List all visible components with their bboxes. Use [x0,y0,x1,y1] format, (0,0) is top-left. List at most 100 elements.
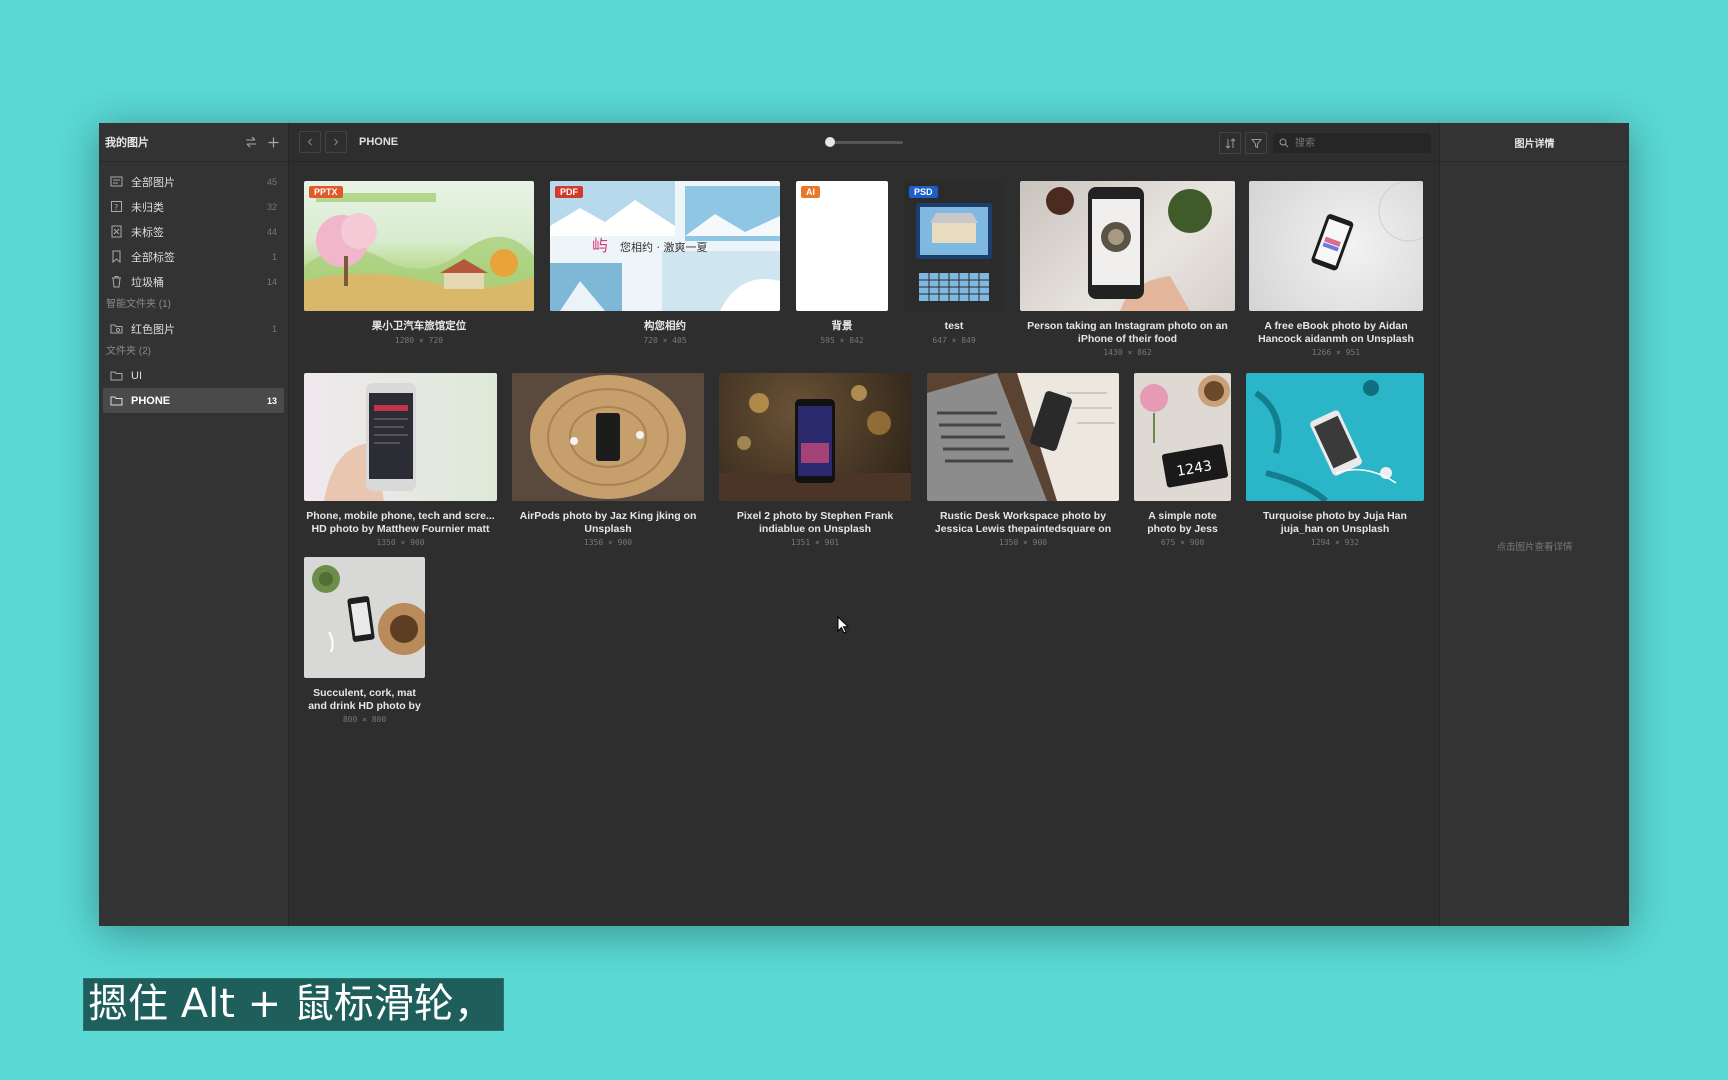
slider-handle[interactable] [825,137,836,147]
unsorted-icon: ? [109,200,123,214]
filter-icon [1250,138,1262,148]
smart-folders-heading[interactable]: 智能文件夹 (1) [99,294,288,316]
app-window: 我的图片 全部图片 45 ? 未归类 32 未标签 44 全部标签 1 垃圾桶 … [99,123,1629,926]
grid-item[interactable]: Person taking an Instagram photo on an i… [1020,181,1235,357]
phone-ebook-photo-image [1311,181,1423,271]
item-dimensions: 1294 × 932 [1310,538,1360,547]
sidebar-item-untagged[interactable]: 未标签 44 [103,219,284,244]
airpods-wood-image [530,375,686,499]
succulent-cork-image [312,565,425,655]
forward-button[interactable] [325,131,347,153]
sidebar: 我的图片 全部图片 45 ? 未归类 32 未标签 44 全部标签 1 垃圾桶 … [99,123,289,926]
smart-folder-icon [109,322,123,336]
grid-item[interactable]: AirPods photo by Jaz King jking on Unspl… [512,373,704,547]
grid-item[interactable]: 屿 您相约 · 激爽一夏 PDF 构您相约 720 × 405 [550,181,780,345]
trash-icon [109,275,123,289]
grid-item[interactable]: PPTX 果小卫汽车旅馆定位 1280 × 720 [304,181,534,345]
turquoise-phone-image [1254,380,1397,501]
sidebar-item-label: 垃圾桶 [131,276,164,289]
sidebar-item-all-tags[interactable]: 全部标签 1 [103,244,284,269]
thumbnail: 1243 [1134,373,1231,501]
chevron-right-icon [334,138,339,146]
sidebar-header: 我的图片 [99,123,288,162]
grid-item[interactable]: Rustic Desk Workspace photo by Jessica L… [927,373,1119,547]
sidebar-item-label: 全部标签 [131,251,175,264]
item-caption: AirPods photo by Jaz King jking on Unspl… [519,510,697,535]
image-grid: PPTX 果小卫汽车旅馆定位 1280 × 720 屿 您相约 · 激爽一夏 P… [289,162,1439,926]
thumbnail [1020,181,1235,311]
thumbnail [927,373,1119,501]
switch-library-icon[interactable] [243,134,259,150]
thumbnail [304,557,425,678]
thumbnail [512,373,704,501]
library-title[interactable]: 我的图片 [105,134,237,150]
sidebar-item-count: 14 [266,276,277,287]
grid-item[interactable]: Turquoise photo by Juja Han juja_han on … [1246,373,1424,547]
item-dimensions: 1280 × 720 [394,335,444,345]
item-dimensions: 1350 × 900 [583,538,633,547]
item-caption: Pixel 2 photo by Stephen Frank indiablue… [736,510,894,535]
instagram-food-photo-image [1046,187,1212,311]
breadcrumb: PHONE [359,136,399,148]
item-dimensions: 595 × 842 [820,335,864,345]
grid-item[interactable]: Succulent, cork, mat and drink HD photo … [304,557,425,724]
sidebar-item-label: 红色图片 [131,323,175,336]
item-dimensions: 1430 × 862 [1103,348,1152,357]
sidebar-item-label: PHONE [131,394,171,407]
tag-icon [109,250,123,264]
search-box[interactable] [1273,133,1431,153]
grid-item[interactable]: PSD test 647 × 849 [904,181,1004,345]
grid-item[interactable]: AI 背景 595 × 842 [796,181,888,345]
main-panel: PHONE 搜索 PPTX 果小卫汽车旅馆定位 1280 × 720 屿 您相约… [289,123,1439,926]
untagged-icon [109,225,123,239]
watercolor-landscape-image [304,193,534,311]
grid-item[interactable]: A free eBook photo by Aidan Hancock aida… [1249,181,1423,357]
sidebar-item-folder-ui[interactable]: UI [103,363,284,388]
chevron-left-icon [307,138,312,146]
sidebar-item-count: 1 [271,251,277,262]
item-dimensions: 720 × 405 [643,335,687,345]
inspector-empty-hint: 点击图片查看详情 [1496,542,1573,553]
folder-icon [109,369,123,383]
sidebar-item-red-images[interactable]: 红色图片 1 [103,316,284,341]
folders-heading[interactable]: 文件夹 (2) [99,341,288,363]
sidebar-item-label: 未标签 [131,226,164,239]
thumbnail: 屿 您相约 · 激爽一夏 PDF [550,181,780,311]
sidebar-item-trash[interactable]: 垃圾桶 14 [103,269,284,294]
item-caption: 构您相约 [644,320,686,332]
file-type-badge: PPTX [309,186,343,198]
sort-button[interactable] [1219,132,1241,154]
item-dimensions: 1350 × 900 [376,538,425,547]
sidebar-item-label: 未归类 [131,201,164,214]
inspector-title: 图片详情 [1440,123,1629,162]
file-type-badge: PDF [555,186,583,198]
item-dimensions: 800 × 800 [342,715,387,724]
pixel-phone-bokeh-image [719,385,911,501]
file-type-badge: PSD [909,186,938,198]
sidebar-item-folder-phone[interactable]: PHONE 13 [103,388,284,413]
sidebar-item-count: 1 [271,323,277,334]
item-caption: 果小卫汽车旅馆定位 [371,320,467,332]
filter-button[interactable] [1245,132,1267,154]
sidebar-item-label: 全部图片 [131,176,175,189]
rustic-desk-image [927,373,1119,501]
search-input[interactable] [1293,136,1427,150]
svg-text:屿: 屿 [592,236,608,255]
sidebar-item-unsorted[interactable]: ? 未归类 32 [103,194,284,219]
back-button[interactable] [299,131,321,153]
add-icon[interactable] [265,134,281,150]
thumbnail-size-slider[interactable] [825,137,903,147]
gallery-icon [109,175,123,189]
grid-item[interactable]: Pixel 2 photo by Stephen Frank indiablue… [719,373,911,547]
thumbnail [719,373,911,501]
toolbar: PHONE [289,123,1439,162]
item-dimensions: 1350 × 900 [998,538,1048,547]
sidebar-item-all-images[interactable]: 全部图片 45 [103,169,284,194]
sidebar-item-count: 44 [266,226,277,237]
item-caption: A simple note photo by Jess [1147,510,1218,535]
grid-item[interactable]: 1243 A simple note photo by Jess 675 × 9… [1134,373,1231,547]
thumbnail: PPTX [304,181,534,311]
sidebar-item-count: 13 [266,395,277,406]
grid-item[interactable]: Phone, mobile phone, tech and scre... HD… [304,373,497,547]
sidebar-item-label: UI [131,369,142,382]
